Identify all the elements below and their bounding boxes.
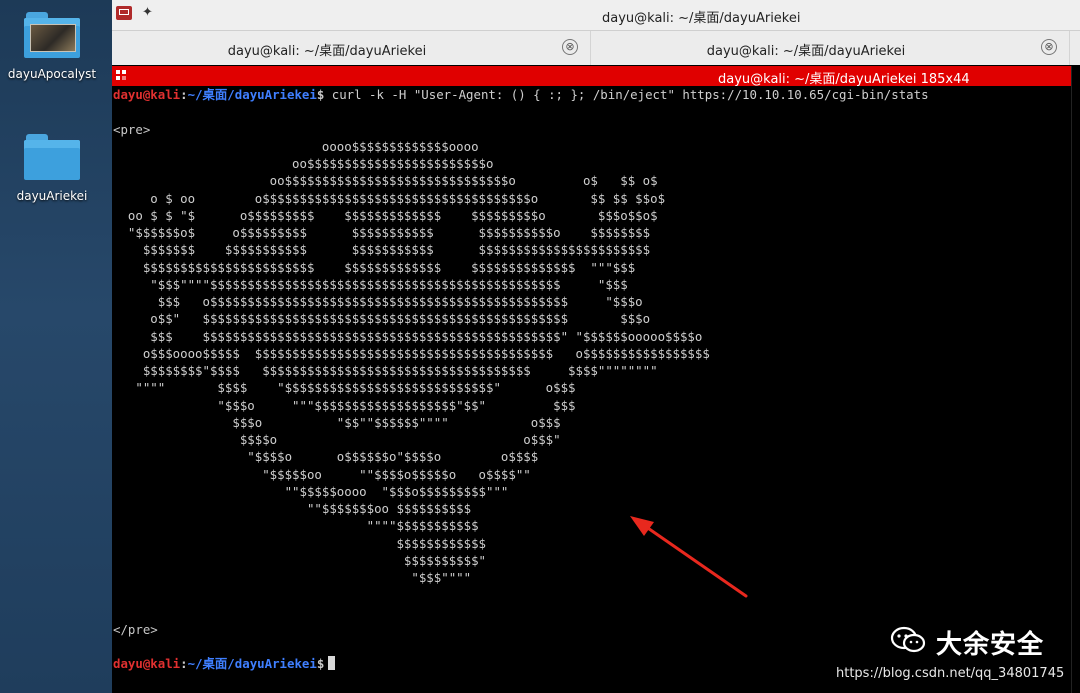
desktop-icon-label: dayuApocalyst <box>7 67 97 81</box>
ascii-art-line: $$$$$$$ $$$$$$$$$$$ $$$$$$$$$$$ $$$$$$$$… <box>113 242 651 258</box>
desktop: dayuApocalyst dayuAriekei <box>0 0 112 693</box>
ascii-art-line: ""$$$$$oooo "$$$o$$$$$$$$$""" <box>113 483 509 499</box>
desktop-icon-dayuapocalyst[interactable]: dayuApocalyst <box>0 12 104 81</box>
ascii-art: oooo$$$$$$$$$$$$$oooo oo$$$$$$$$$$$$$$$$… <box>113 138 1071 587</box>
tab-2[interactable]: dayu@kali: ~/桌面/dayuAriekei ⊗ <box>591 31 1070 65</box>
ascii-art-line: o $ oo o$$$$$$$$$$$$$$$$$$$$$$$$$$$$$$$$… <box>113 190 666 206</box>
ascii-art-line: $$$$$$$$$$$$$$$$$$$$$$$ $$$$$$$$$$$$$ $$… <box>113 259 636 275</box>
desktop-icon-label: dayuAriekei <box>16 189 88 203</box>
tab-label: dayu@kali: ~/桌面/dayuAriekei <box>227 44 427 59</box>
ascii-art-line: $$$$$$$$"$$$$ $$$$$$$$$$$$$$$$$$$$$$$$$$… <box>113 363 658 378</box>
ascii-art-line: "$$$$$oo ""$$$$o$$$$$o o$$$$"" <box>113 466 531 482</box>
ascii-art-line: $$$$$$$$$$" <box>113 552 486 568</box>
annotation-arrow-icon <box>630 516 748 598</box>
ascii-art-line: """"$$$$$$$$$$$ <box>113 518 479 534</box>
ascii-art-line: o$$$oooo$$$$$ $$$$$$$$$$$$$$$$$$$$$$$$$$… <box>113 345 710 361</box>
scrollbar[interactable] <box>1071 66 1080 693</box>
ascii-art-line: oooo$$$$$$$$$$$$$oooo <box>113 138 479 154</box>
split-grid-icon[interactable] <box>116 70 127 81</box>
pin-icon[interactable]: ✦ <box>142 5 153 20</box>
window-title: dayu@kali: ~/桌面/dayuAriekei <box>602 11 801 26</box>
close-tab-icon[interactable]: ⊗ <box>1041 39 1057 55</box>
ascii-art-line: $$$ o$$$$$$$$$$$$$$$$$$$$$$$$$$$$$$$$$$$… <box>113 294 643 309</box>
ascii-art-line: o$$" $$$$$$$$$$$$$$$$$$$$$$$$$$$$$$$$$$$… <box>113 311 651 327</box>
prompt-colon: : <box>180 87 188 102</box>
wechat-icon <box>890 626 926 653</box>
command-text: curl -k -H "User-Agent: () { :; }; /bin/… <box>324 87 929 102</box>
watermark-brand: 大余安全 <box>936 630 1045 660</box>
terminal-status-bar: dayu@kali: ~/桌面/dayuAriekei 185x44 <box>112 66 1072 87</box>
ascii-art-line: $$$ $$$$$$$$$$$$$$$$$$$$$$$$$$$$$$$$$$$$… <box>113 328 703 344</box>
prompt-path: ~/桌面/dayuAriekei <box>187 656 317 672</box>
prompt-path: ~/桌面/dayuAriekei <box>187 87 317 102</box>
ascii-art-line: "$$$$o o$$$$$$o"$$$$o o$$$$ <box>113 449 539 465</box>
ascii-art-line: $$$$$$$$$$$$ <box>113 535 486 551</box>
prompt-user: dayu@kali <box>113 87 181 102</box>
ascii-art-line: "$$$"""" <box>113 570 472 585</box>
image-folder-icon <box>24 12 80 58</box>
tab-bar: dayu@kali: ~/桌面/dayuAriekei ⊗ dayu@kali:… <box>112 31 1080 65</box>
pre-open-tag: <pre> <box>113 121 151 137</box>
terminal-app-icon[interactable] <box>116 6 132 20</box>
ascii-art-line: ""$$$$$$$oo $$$$$$$$$$ <box>113 501 472 516</box>
ascii-art-line: $$$o "$$""$$$$$$"""" o$$$ <box>113 414 561 430</box>
pre-close-tag: </pre> <box>113 621 158 637</box>
desktop-icon-dayuariekei[interactable]: dayuAriekei <box>0 134 104 203</box>
prompt-colon: : <box>180 656 188 672</box>
ascii-art-line: """" $$$$ "$$$$$$$$$$$$$$$$$$$$$$$$$$$$"… <box>113 380 576 396</box>
ascii-art-line: "$$$$$$o$ o$$$$$$$$$ $$$$$$$$$$$ $$$$$$$… <box>113 225 651 240</box>
watermark-url: https://blog.csdn.net/qq_34801745 <box>836 666 1065 681</box>
status-title: dayu@kali: ~/桌面/dayuAriekei 185x44 <box>718 72 970 87</box>
ascii-art-line: oo $ $ "$ o$$$$$$$$$ $$$$$$$$$$$$$ $$$$$… <box>113 207 658 223</box>
prompt-dollar: $ <box>316 656 325 672</box>
ascii-art-line: oo$$$$$$$$$$$$$$$$$$$$$$$$o <box>113 156 494 171</box>
ascii-art-line: $$$$o o$$$" <box>113 432 561 447</box>
command-line: dayu@kali:~/桌面/dayuAriekei$ curl -k -H "… <box>113 86 1071 103</box>
terminal-output[interactable]: dayu@kali:~/桌面/dayuAriekei$ curl -k -H "… <box>113 86 1071 686</box>
tab-label: dayu@kali: ~/桌面/dayuAriekei <box>706 44 906 59</box>
window-titlebar[interactable]: ✦ dayu@kali: ~/桌面/dayuAriekei <box>112 0 1080 31</box>
terminal-window: ✦ dayu@kali: ~/桌面/dayuAriekei dayu@kali:… <box>112 0 1080 693</box>
ascii-art-line: "$$$""""$$$$$$$$$$$$$$$$$$$$$$$$$$$$$$$$… <box>113 276 628 292</box>
ascii-art-line: oo$$$$$$$$$$$$$$$$$$$$$$$$$$$$$$o o$ $$ … <box>113 173 658 189</box>
prompt-user: dayu@kali <box>113 656 181 672</box>
folder-icon <box>24 134 80 180</box>
ascii-art-line: "$$$o """$$$$$$$$$$$$$$$$$$$"$$" $$$ <box>113 397 576 413</box>
tab-1[interactable]: dayu@kali: ~/桌面/dayuAriekei ⊗ <box>112 31 591 65</box>
close-tab-icon[interactable]: ⊗ <box>562 39 578 55</box>
text-cursor <box>328 656 336 671</box>
